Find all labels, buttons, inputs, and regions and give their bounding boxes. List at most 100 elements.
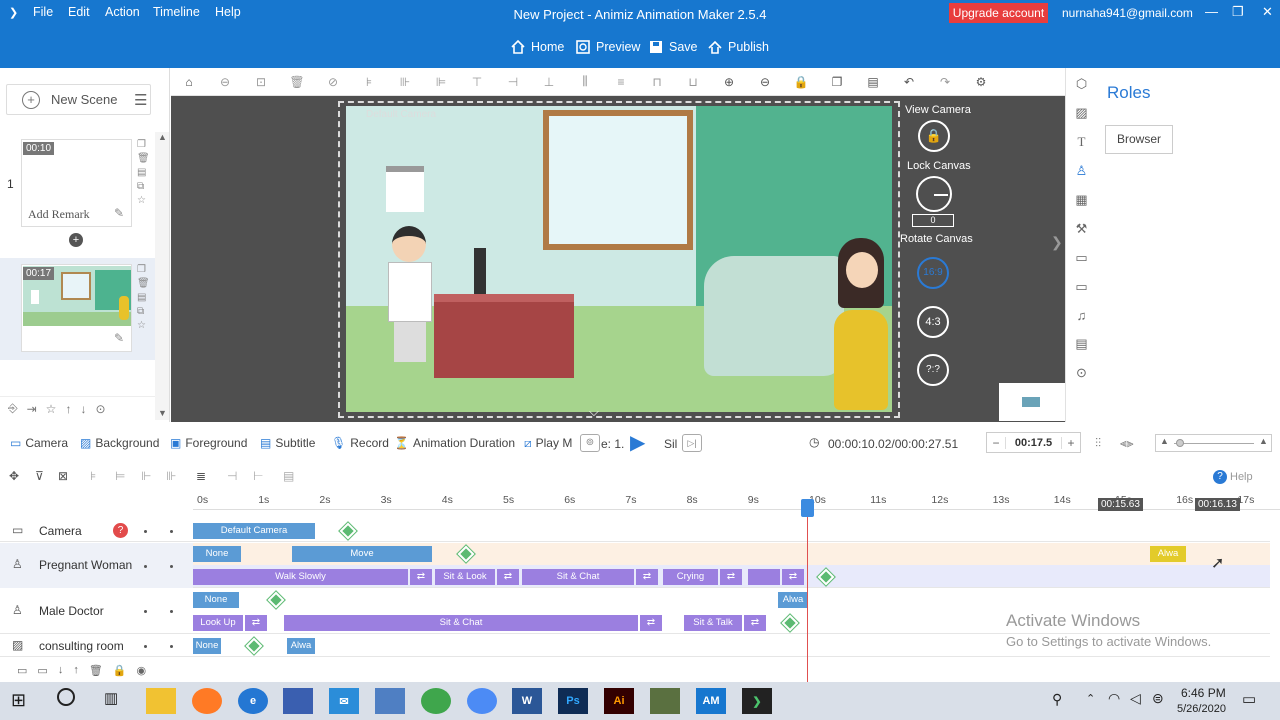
lane-option-dot[interactable] [144,565,147,568]
more-icon[interactable]: ⊙ [95,402,105,416]
stack-icon[interactable]: ≣ [196,469,206,483]
star-icon[interactable]: ☆ [137,195,150,206]
next-frame-icon[interactable]: ▷| [682,434,702,452]
scene-export-icon[interactable]: ⇥ [27,402,37,416]
star-icon[interactable]: ☆ [137,320,150,331]
home-view-icon[interactable]: ⌂ [171,75,207,89]
shape-icon[interactable]: ⬡ [1076,76,1087,92]
animation-duration-button[interactable]: ⏳ Animation Duration [394,436,515,450]
loop-icon[interactable]: ⇄ [782,569,804,585]
woman-extra-bar[interactable] [748,569,780,585]
split-icon[interactable]: ⫶⫶ [1095,436,1101,451]
collapse-canvas-icon[interactable]: ⌵ [589,404,599,420]
align-left-icon[interactable]: ⊧ [351,75,387,89]
duration-stepper[interactable]: − 00:17.5 + [986,432,1081,453]
folder-icon[interactable]: ▭ [37,664,47,677]
clipboard-icon[interactable]: ▤ [283,469,294,483]
explorer-icon[interactable] [146,688,176,714]
copy-icon[interactable]: ❐ [137,264,150,275]
link-icon[interactable]: ⊘ [315,75,351,89]
image-icon[interactable]: ▨ [1075,105,1087,121]
more-options-icon[interactable]: ⊙ [1076,365,1087,381]
scene-card-2[interactable]: 00:17 ✎ [21,264,132,352]
new-scene-button[interactable]: + New Scene [6,84,151,115]
duplicate-icon[interactable]: ⧉ [137,306,150,317]
lock-icon[interactable]: 🔒 [783,75,819,89]
chrome-icon[interactable] [421,688,451,714]
doctor-none-bar[interactable]: None [193,592,239,608]
lane-option-dot[interactable] [170,530,173,533]
ratio-16-9-button[interactable]: 16:9 [917,257,949,289]
tray-language-icon[interactable]: ⊜ [1152,690,1164,707]
visibility-icon[interactable]: ◉ [136,664,146,677]
move-up-icon[interactable]: ↑ [73,664,79,676]
notifications-icon[interactable]: ▭ [1242,690,1256,708]
folder-icon[interactable]: ▭ [1075,279,1087,295]
woman-crying-bar[interactable]: Crying [663,569,718,585]
distribute-v-icon[interactable]: ≡ [603,75,639,89]
tool-icon[interactable] [650,688,680,714]
move-up-icon[interactable]: ↑ [65,402,71,416]
camera-track-button[interactable]: ▭ Camera [10,436,68,450]
ratio-custom-button[interactable]: ?:? [917,354,949,386]
zoom-max-icon[interactable]: ▲ [1259,436,1268,446]
browser-icon[interactable] [467,688,497,714]
woman-walk-slowly-bar[interactable]: Walk Slowly [193,569,408,585]
align-bottom-icon[interactable]: ⊥ [531,75,567,89]
clear-filter-icon[interactable]: ⊠ [58,469,68,483]
rotate-input[interactable]: 0 [912,214,954,227]
tray-wifi-icon[interactable]: ◠ [1108,690,1120,707]
doctor-sit-talk-bar[interactable]: Sit & Talk [684,615,742,631]
align-center-icon[interactable]: ⊪ [387,75,423,89]
loop-icon[interactable]: ⇄ [640,615,662,631]
delete-icon[interactable]: 🗑 [89,664,103,677]
scroll-down-icon[interactable]: ▼ [158,408,167,418]
woman-none-bar[interactable]: None [193,546,241,562]
music-icon[interactable]: ♫ [1077,308,1087,323]
camera-default-bar[interactable]: Default Camera [193,523,315,539]
warning-icon[interactable]: ? [113,523,128,538]
undo-icon[interactable]: ↶ [891,75,927,89]
loop-icon[interactable]: ⇄ [636,569,658,585]
move-down-icon[interactable]: ↓ [80,402,86,416]
firefox-icon[interactable] [192,688,222,714]
video-icon[interactable]: ▤ [1075,336,1087,352]
fit-icon[interactable]: ⊖ [207,75,243,89]
scene-star-icon[interactable]: ☆ [46,402,57,416]
app-icon[interactable] [375,688,405,714]
align-start-icon[interactable]: ⊧ [90,469,96,483]
align-end-icon[interactable]: ⊨ [115,469,125,483]
room-alwa-bar[interactable]: Alwa [287,638,315,654]
text-icon[interactable]: T [1078,134,1086,150]
doctor-alwa-bar[interactable]: Alwa [778,592,808,608]
playhead-handle[interactable] [801,499,814,517]
duration-value[interactable]: 00:17.5 [1005,436,1062,449]
scene-list-icon[interactable]: ☰ [134,91,147,109]
scene-import-icon[interactable]: ⎆ [8,401,18,416]
zoom-handle[interactable] [1176,439,1184,447]
scene-canvas[interactable] [346,106,892,412]
save-button[interactable]: Save [648,39,698,55]
shrink-icon[interactable]: ⊣ [227,469,237,483]
loop-icon[interactable]: ⇄ [410,569,432,585]
canvas-area[interactable]: Default Camera View Camera 🔒 Lock Canvas… [171,96,1065,422]
paste-icon[interactable]: ▤ [137,167,150,178]
lane-option-dot[interactable] [170,645,173,648]
minimap[interactable] [999,383,1065,421]
lane-option-dot[interactable] [170,565,173,568]
lane-option-dot[interactable] [170,610,173,613]
preview-button[interactable]: Preview [575,39,640,55]
foreground-track-button[interactable]: ▣ Foreground [170,436,247,450]
upgrade-account-button[interactable]: Upgrade account [949,3,1048,23]
browser-button[interactable]: Browser [1105,125,1173,154]
role-icon[interactable]: ♙ [1076,163,1088,179]
paste-icon[interactable]: ▤ [855,75,891,89]
help-link[interactable]: Help [1230,471,1253,483]
align-top-icon[interactable]: ⊤ [459,75,495,89]
align-middle-icon[interactable]: ⊣ [495,75,531,89]
woman-sit-look-bar[interactable]: Sit & Look [435,569,495,585]
paste-icon[interactable]: ▤ [137,292,150,303]
photoshop-icon[interactable]: Ps [558,688,588,714]
filter-icon[interactable]: ⊽ [35,469,44,483]
task-view-icon[interactable]: ▥ [104,689,118,707]
